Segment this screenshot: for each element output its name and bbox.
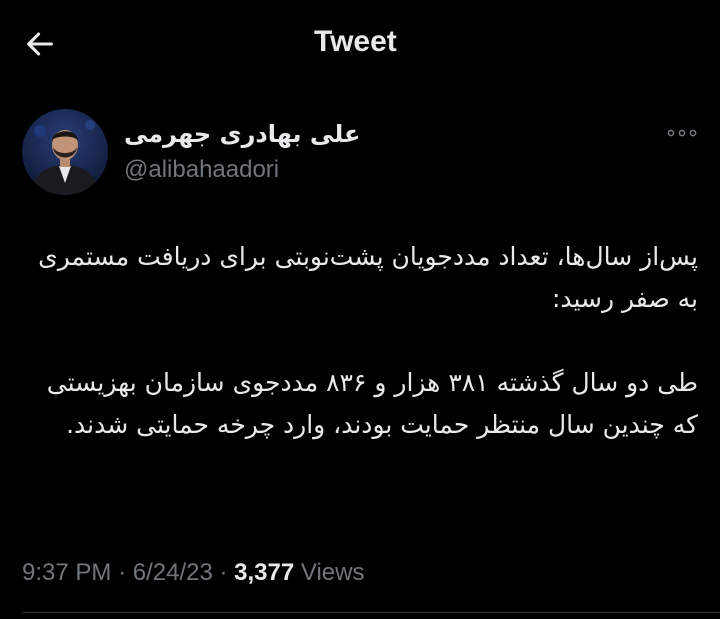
tweet-meta: 9:37 PM · 6/24/23 · 3,377 Views — [22, 556, 364, 590]
back-button[interactable] — [18, 24, 62, 64]
tweet-paragraph: طی دو سال گذشته ۳۸۱ هزار و ۸۳۶ مددجوی سا… — [46, 368, 698, 439]
page-title: Tweet — [314, 25, 397, 58]
arrow-left-icon — [27, 32, 53, 56]
profile-photo — [22, 109, 108, 195]
meta-separator: · — [118, 559, 127, 586]
avatar[interactable] — [22, 109, 108, 195]
tweet-date[interactable]: 6/24/23 — [133, 559, 213, 586]
author-handle[interactable]: @alibahaadori — [124, 153, 279, 187]
views-label: Views — [300, 559, 365, 586]
tweet-paragraph: پس‌از سال‌ها، تعداد مددجویان پشت‌نوبتی ب… — [38, 242, 698, 313]
meta-separator: · — [219, 559, 228, 586]
more-options-icon — [667, 129, 697, 137]
author-display-name[interactable]: علی بهادری جهرمی — [124, 117, 364, 151]
more-options-button[interactable] — [664, 120, 700, 146]
top-bar: Tweet — [0, 0, 720, 86]
tweet-text: پس‌از سال‌ها، تعداد مددجویان پشت‌نوبتی ب… — [22, 236, 698, 446]
views-count: 3,377 — [234, 559, 295, 586]
divider — [22, 612, 720, 613]
tweet-time[interactable]: 9:37 PM — [22, 559, 111, 586]
